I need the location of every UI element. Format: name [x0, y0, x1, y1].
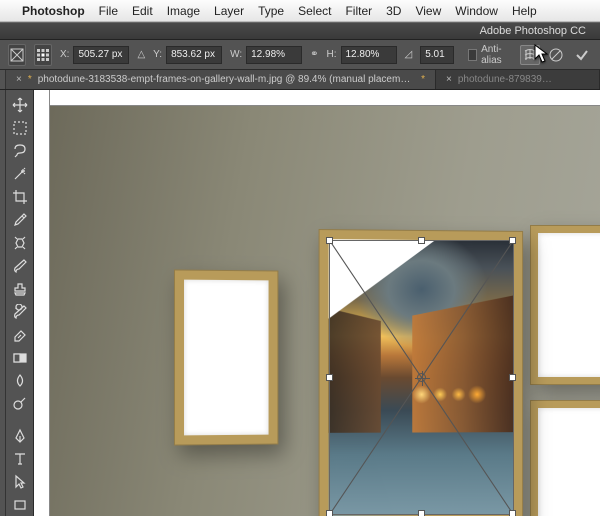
placed-image[interactable]: [329, 239, 514, 516]
tab-close-icon[interactable]: ×: [446, 74, 452, 85]
menu-type[interactable]: Type: [258, 4, 284, 18]
clone-stamp-tool[interactable]: [8, 278, 32, 299]
ruler-horizontal[interactable]: [34, 90, 600, 106]
gradient-tool[interactable]: [8, 347, 32, 368]
link-wh-icon[interactable]: ⚭: [310, 49, 318, 60]
tab-inactive-label: photodune-879839…: [458, 74, 552, 85]
blur-tool[interactable]: [8, 370, 32, 391]
menu-app-name[interactable]: Photoshop: [22, 4, 85, 18]
app-title-text: Adobe Photoshop CC: [480, 25, 586, 37]
eraser-tool[interactable]: [8, 324, 32, 345]
commit-transform-button[interactable]: [572, 45, 592, 65]
crop-tool[interactable]: [8, 186, 32, 207]
options-bar: X: 505.27 px △ Y: 853.62 px W: 12.98% ⚭ H: 1…: [0, 40, 600, 70]
y-field[interactable]: 853.62 px: [166, 46, 222, 64]
menu-image[interactable]: Image: [167, 4, 200, 18]
document-tab-bar: × * photodune-3183538-empt-frames-on-gal…: [0, 70, 600, 90]
brush-tool[interactable]: [8, 255, 32, 276]
menu-view[interactable]: View: [415, 4, 441, 18]
document-tab-inactive[interactable]: × photodune-879839…: [436, 70, 600, 89]
menu-select[interactable]: Select: [298, 4, 331, 18]
rect-marquee-tool[interactable]: [8, 117, 32, 138]
mac-menubar[interactable]: Photoshop File Edit Image Layer Type Sel…: [0, 0, 600, 22]
ruler-vertical[interactable]: [34, 90, 50, 516]
gallery-frame-center: [319, 229, 524, 516]
x-field[interactable]: 505.27 px: [73, 46, 129, 64]
h-label: H:: [327, 49, 337, 60]
eyedropper-tool[interactable]: [8, 209, 32, 230]
path-select-tool[interactable]: [8, 472, 32, 493]
spot-heal-tool[interactable]: [8, 232, 32, 253]
tab-active-label: photodune-3183538-empt-frames-on-gallery…: [38, 74, 415, 85]
tab-close-icon[interactable]: ×: [16, 74, 22, 85]
move-tool[interactable]: [8, 94, 32, 115]
lasso-tool[interactable]: [8, 140, 32, 161]
document-tab-active[interactable]: × * photodune-3183538-empt-frames-on-gal…: [6, 70, 436, 89]
cancel-transform-button[interactable]: [546, 45, 566, 65]
menu-help[interactable]: Help: [512, 4, 537, 18]
menu-edit[interactable]: Edit: [132, 4, 153, 18]
tab-dirty-icon-right: *: [421, 74, 425, 85]
y-label: Y:: [153, 49, 162, 60]
h-field[interactable]: 12.80%: [341, 46, 397, 64]
document-canvas[interactable]: [34, 90, 600, 516]
w-field[interactable]: 12.98%: [246, 46, 302, 64]
antialias-checkbox[interactable]: [468, 49, 478, 61]
magic-wand-tool[interactable]: [8, 163, 32, 184]
rectangle-tool[interactable]: [8, 495, 32, 516]
menu-layer[interactable]: Layer: [214, 4, 244, 18]
app-title-bar: Adobe Photoshop CC: [0, 22, 600, 40]
place-tool-icon[interactable]: [8, 44, 26, 66]
w-label: W:: [230, 49, 242, 60]
gallery-frame-right-top: [530, 225, 600, 385]
x-label: X:: [60, 49, 69, 60]
xy-delta-icon[interactable]: △: [137, 49, 145, 60]
type-tool[interactable]: [8, 449, 32, 470]
gallery-frame-left: [174, 269, 278, 445]
menu-window[interactable]: Window: [455, 4, 498, 18]
menu-3d[interactable]: 3D: [386, 4, 401, 18]
tab-dirty-icon: *: [28, 74, 32, 85]
workspace: [0, 90, 600, 516]
menu-file[interactable]: File: [99, 4, 118, 18]
angle-icon: ◿: [405, 49, 413, 60]
angle-field[interactable]: 5.01: [420, 46, 453, 64]
menu-filter[interactable]: Filter: [345, 4, 372, 18]
tool-panel: [6, 90, 34, 516]
transform-reference-icon[interactable]: [34, 44, 52, 66]
gallery-frame-right-bottom: [530, 400, 600, 516]
antialias-label: Anti-alias: [481, 44, 512, 66]
history-brush-tool[interactable]: [8, 301, 32, 322]
warp-mode-button[interactable]: [520, 45, 540, 65]
dodge-tool[interactable]: [8, 393, 32, 414]
pen-tool[interactable]: [8, 426, 32, 447]
